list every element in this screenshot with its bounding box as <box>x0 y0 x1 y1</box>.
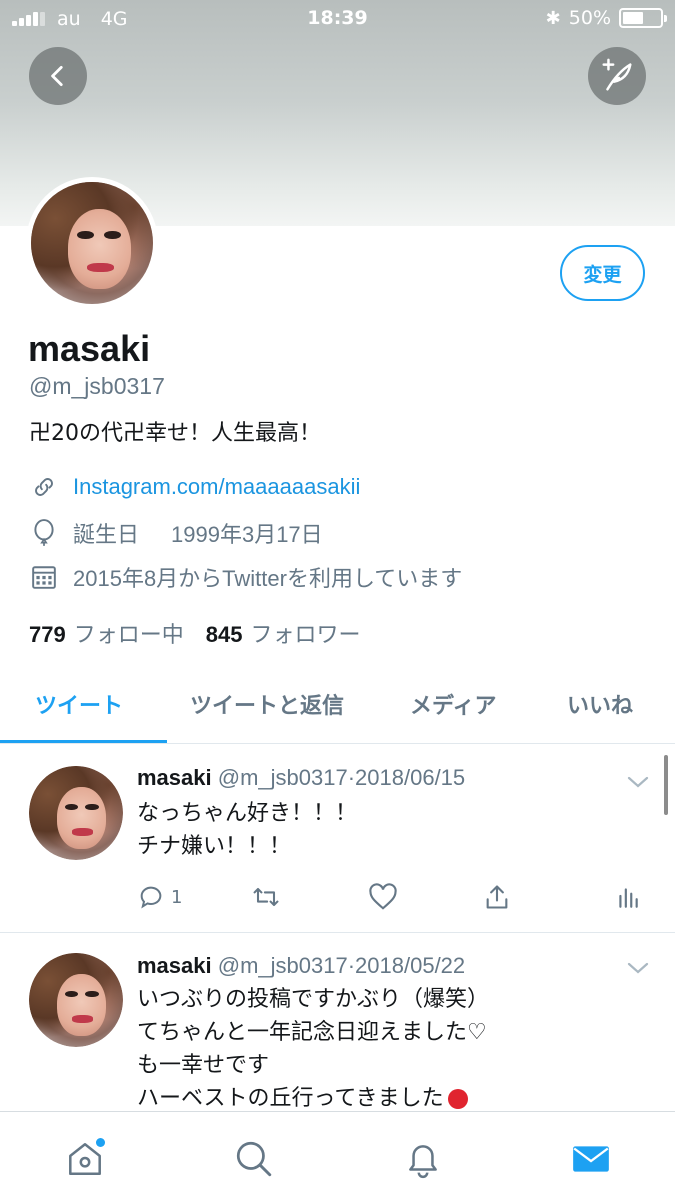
profile-link-row: Instagram.com/maaaaaasakii <box>29 472 360 502</box>
tab-tweets-replies[interactable]: ツイートと返信 <box>190 688 344 720</box>
tweet-header: masaki @m_jsb0317·2018/05/22 <box>137 953 465 979</box>
birthday-label: 誕生日 <box>73 522 140 547</box>
tweet-item[interactable]: masaki @m_jsb0317·2018/06/15 なっちゃん好き！！！ … <box>0 745 675 932</box>
back-button[interactable] <box>29 47 87 105</box>
following-label: フォロー中 <box>73 622 184 647</box>
tweet-author-handle: @m_jsb0317 <box>217 953 348 978</box>
analytics-button[interactable] <box>615 883 641 911</box>
profile-tabs: ツイート ツイートと返信 メディア いいね <box>0 680 675 744</box>
followers-count: 845 <box>205 622 243 647</box>
retweet-icon <box>253 887 279 907</box>
following-count: 779 <box>29 622 66 647</box>
following-link[interactable]: 779 フォロー中 <box>29 617 184 649</box>
calendar-icon <box>29 562 59 592</box>
like-button[interactable] <box>368 883 398 911</box>
follow-counts: 779 フォロー中 845 フォロワー <box>29 617 360 649</box>
profile-name: masaki <box>28 328 151 369</box>
birthday-row: 誕生日 1999年3月17日 <box>29 517 323 549</box>
share-button[interactable] <box>483 883 511 911</box>
battery-icon <box>619 8 667 28</box>
tweet-actions: 1 <box>137 883 657 923</box>
balloon-icon <box>29 518 59 548</box>
tweet-line: ハーベストの丘行ってきました <box>137 1086 444 1111</box>
tab-likes[interactable]: いいね <box>567 688 633 720</box>
joined-date: 2015年8月からTwitterを利用しています <box>73 566 463 591</box>
tweet-author-handle: @m_jsb0317 <box>217 765 348 790</box>
chevron-down-icon[interactable] <box>624 958 652 978</box>
tab-tweets[interactable]: ツイート <box>35 688 123 720</box>
tweet-line: チナ嫌い！！！ <box>137 834 292 859</box>
profile-link[interactable]: Instagram.com/maaaaaasakii <box>73 474 360 500</box>
active-tab-indicator <box>0 740 167 743</box>
followers-link[interactable]: 845 フォロワー <box>206 617 361 649</box>
feather-plus-icon <box>602 58 632 91</box>
tweet-author-name[interactable]: masaki <box>137 953 212 978</box>
joined-row: 2015年8月からTwitterを利用しています <box>29 561 462 593</box>
search-icon <box>236 1141 272 1177</box>
followers-label: フォロワー <box>250 622 361 647</box>
nav-home[interactable] <box>60 1134 110 1184</box>
reply-icon <box>140 886 162 909</box>
bluetooth-icon: ✱ <box>545 7 561 29</box>
link-icon <box>29 472 59 502</box>
red-balloon-emoji <box>447 1088 468 1109</box>
chevron-down-icon[interactable] <box>624 772 652 792</box>
chevron-left-icon <box>51 65 63 87</box>
tweet-date: 2018/05/22 <box>355 953 466 978</box>
profile-bio: 卍20の代卍幸せ！人生最高！ <box>29 421 321 446</box>
tweet-separator: · <box>347 765 356 790</box>
mail-icon <box>573 1146 609 1172</box>
tweet-line: てちゃんと一年記念日迎えました♡ <box>137 1020 487 1045</box>
tweet-item[interactable]: masaki @m_jsb0317·2018/05/22 いつぶりの投稿ですかぶ… <box>0 933 675 1111</box>
tweet-separator: · <box>347 953 356 978</box>
reply-button[interactable]: 1 <box>137 883 182 911</box>
notification-dot <box>96 1138 105 1147</box>
status-bar: au 4G 18:39 ✱ 50% <box>0 0 675 38</box>
tweet-header: masaki @m_jsb0317·2018/06/15 <box>137 765 465 791</box>
tweet-line-clipped: ハーベストの丘行ってきました <box>137 1082 489 1111</box>
share-icon <box>486 885 508 909</box>
tweet-avatar[interactable] <box>29 953 123 1047</box>
tweet-text: なっちゃん好き！！！ チナ嫌い！！！ <box>137 797 357 863</box>
tweet-line: なっちゃん好き！！！ <box>137 801 358 826</box>
profile-handle: @m_jsb0317 <box>29 373 165 399</box>
tweet-text: いつぶりの投稿ですかぶり（爆笑） てちゃんと一年記念日迎えました♡ も一幸せです… <box>137 983 489 1111</box>
birthday-value: 1999年3月17日 <box>171 522 323 547</box>
heart-icon <box>369 883 397 910</box>
nav-notifications[interactable] <box>398 1134 448 1184</box>
nav-search[interactable] <box>229 1134 279 1184</box>
tab-media[interactable]: メディア <box>410 688 496 720</box>
bottom-navigation <box>0 1111 675 1200</box>
compose-tweet-button[interactable] <box>588 47 646 105</box>
tweet-avatar[interactable] <box>29 766 123 860</box>
edit-profile-button[interactable]: 変更 <box>560 245 645 301</box>
retweet-button[interactable] <box>250 883 282 911</box>
battery-percent: 50% <box>568 7 611 29</box>
reply-count: 1 <box>171 886 183 908</box>
analytics-icon <box>619 888 638 908</box>
tweet-line: も一幸せです <box>137 1053 270 1078</box>
tweet-author-name[interactable]: masaki <box>137 765 212 790</box>
nav-messages[interactable] <box>566 1134 616 1184</box>
profile-avatar[interactable] <box>26 177 158 309</box>
tweet-date: 2018/06/15 <box>355 765 466 790</box>
tweet-line: いつぶりの投稿ですかぶり（爆笑） <box>137 987 490 1012</box>
bell-icon <box>409 1145 437 1179</box>
